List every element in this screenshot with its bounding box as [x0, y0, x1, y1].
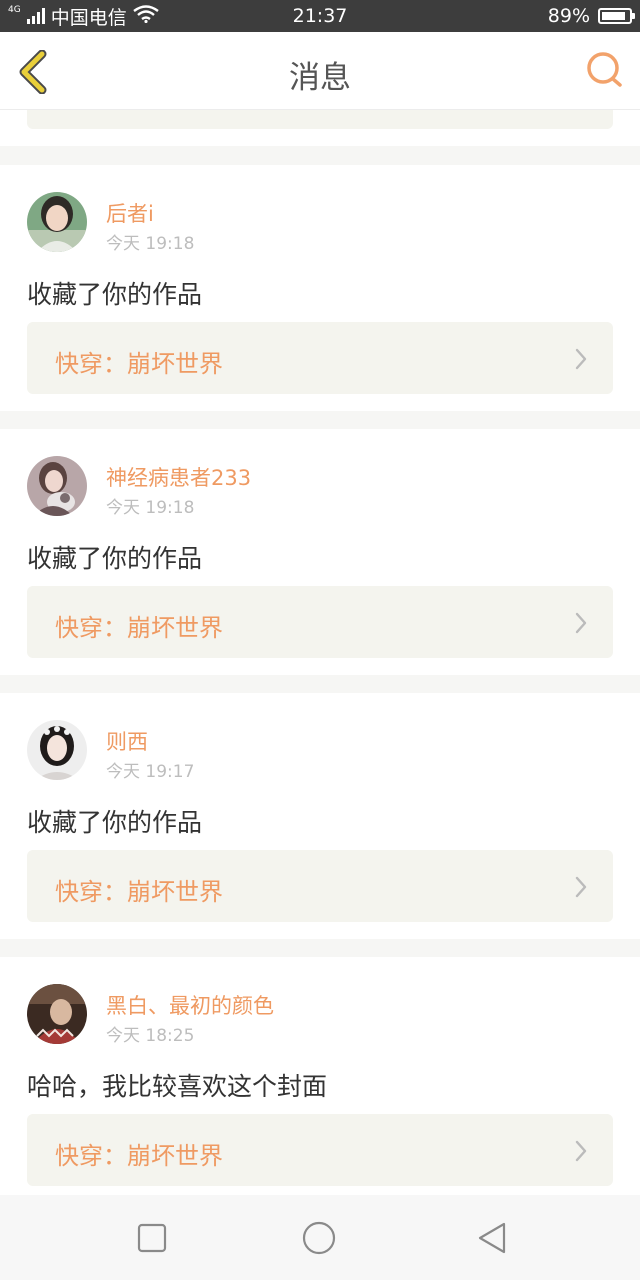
back-triangle-icon[interactable]	[475, 1221, 509, 1255]
square-icon[interactable]	[135, 1221, 169, 1255]
work-link[interactable]: 快穿：崩坏世界	[27, 322, 613, 394]
message-text: 收藏了你的作品	[27, 808, 203, 837]
work-title: 快穿：崩坏世界	[55, 878, 223, 906]
user-name[interactable]: 神经病患者233	[106, 462, 251, 492]
page-title: 消息	[289, 60, 351, 96]
work-link[interactable]: 快穿：崩坏世界	[27, 1114, 613, 1186]
circle-icon[interactable]	[302, 1221, 336, 1255]
work-link[interactable]: 快穿：崩坏世界	[27, 850, 613, 922]
message-card[interactable]: 神经病患者233 今天 19:18 收藏了你的作品 快穿：崩坏世界	[0, 429, 640, 675]
message-card[interactable]: 后者i 今天 19:18 收藏了你的作品 快穿：崩坏世界	[0, 165, 640, 411]
work-link[interactable]: 快穿：崩坏世界	[27, 586, 613, 658]
work-title: 快穿：崩坏世界	[55, 614, 223, 642]
previous-card-remnant	[0, 110, 640, 146]
search-button[interactable]	[584, 50, 626, 92]
avatar[interactable]	[27, 192, 87, 252]
message-text: 哈哈，我比较喜欢这个封面	[27, 1072, 328, 1101]
user-name[interactable]: 则西	[106, 726, 148, 756]
system-nav-bar	[0, 1195, 640, 1280]
message-time: 今天 19:18	[106, 498, 195, 518]
avatar[interactable]	[27, 720, 87, 780]
app-header: 消息	[0, 32, 640, 110]
user-name[interactable]: 黑白、最初的颜色	[106, 990, 274, 1020]
work-title: 快穿：崩坏世界	[55, 1142, 223, 1170]
search-icon	[587, 52, 622, 87]
message-text: 收藏了你的作品	[27, 544, 203, 573]
message-card[interactable]: 黑白、最初的颜色 今天 18:25 哈哈，我比较喜欢这个封面 快穿：崩坏世界	[0, 957, 640, 1195]
work-title: 快穿：崩坏世界	[55, 350, 223, 378]
avatar[interactable]	[27, 456, 87, 516]
battery-fill	[602, 12, 626, 20]
battery-icon	[598, 8, 635, 24]
message-time: 今天 19:17	[106, 762, 195, 782]
user-name[interactable]: 后者i	[106, 198, 154, 228]
avatar[interactable]	[27, 984, 87, 1044]
chevron-right-icon	[575, 612, 587, 634]
chevron-right-icon	[575, 1140, 587, 1162]
message-card[interactable]: 则西 今天 19:17 收藏了你的作品 快穿：崩坏世界	[0, 693, 640, 939]
message-text: 收藏了你的作品	[27, 280, 203, 309]
message-time: 今天 18:25	[106, 1026, 195, 1046]
battery-percent: 89%	[547, 5, 590, 27]
status-right: 89%	[547, 0, 635, 32]
message-time: 今天 19:18	[106, 234, 195, 254]
chevron-right-icon	[575, 876, 587, 898]
message-list[interactable]: 后者i 今天 19:18 收藏了你的作品 快穿：崩坏世界 神经病患者233 今天…	[0, 110, 640, 1195]
chevron-right-icon	[575, 348, 587, 370]
status-bar: 4G 中国电信 21:37 89%	[0, 0, 640, 32]
clock: 21:37	[292, 5, 348, 27]
previous-work-box[interactable]	[27, 110, 613, 129]
